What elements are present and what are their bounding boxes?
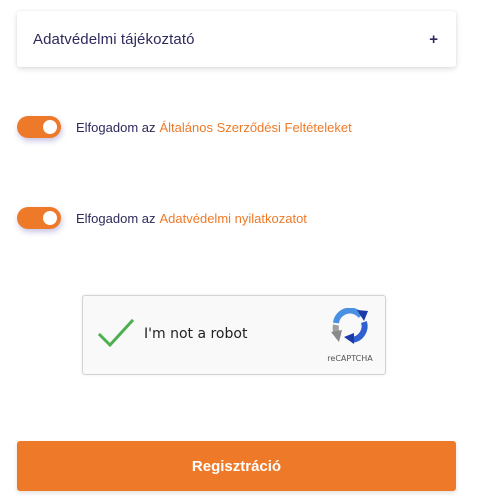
terms-consent-row: Elfogadom az Általános Szerződési Feltéte… <box>17 116 352 138</box>
register-button[interactable]: Regisztráció <box>17 441 456 491</box>
privacy-info-accordion[interactable]: Adatvédelmi tájékoztató + <box>17 11 456 67</box>
toggle-knob <box>43 211 57 225</box>
recaptcha-widget: I'm not a robot reCAPTCHA <box>82 295 386 375</box>
recaptcha-brand: reCAPTCHA <box>327 354 373 363</box>
recaptcha-label: I'm not a robot <box>144 326 248 342</box>
terms-consent-label: Elfogadom az Általános Szerződési Feltéte… <box>76 120 352 135</box>
privacy-link[interactable]: Adatvédelmi nyilatkozatot <box>160 211 307 226</box>
toggle-knob <box>43 120 57 134</box>
privacy-consent-prefix: Elfogadom az <box>76 210 156 226</box>
terms-toggle[interactable] <box>17 116 61 138</box>
terms-consent-prefix: Elfogadom az <box>76 119 156 135</box>
checkmark-icon[interactable] <box>97 318 135 350</box>
plus-icon[interactable]: + <box>429 32 438 47</box>
privacy-toggle[interactable] <box>17 207 61 229</box>
accordion-title: Adatvédelmi tájékoztató <box>33 30 195 48</box>
terms-link[interactable]: Általános Szerződési Feltételeket <box>160 120 352 135</box>
recaptcha-logo-icon <box>331 308 368 344</box>
privacy-consent-row: Elfogadom az Adatvédelmi nyilatkozatot <box>17 207 307 229</box>
privacy-consent-label: Elfogadom az Adatvédelmi nyilatkozatot <box>76 211 307 226</box>
